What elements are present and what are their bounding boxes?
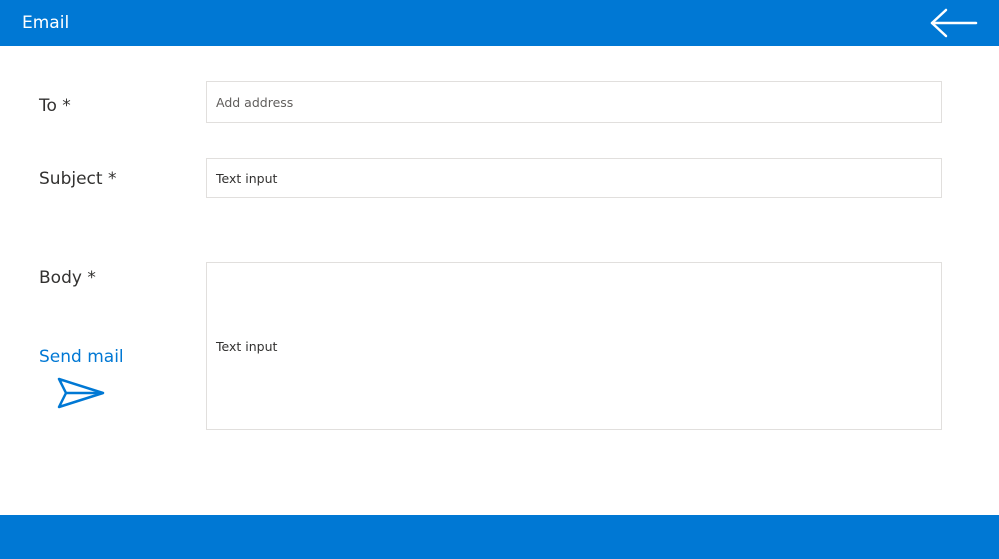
subject-input[interactable]: Text input [206,158,942,198]
to-input[interactable]: Add address [206,81,942,123]
email-screen: Email To * Add address Subject * Text in… [0,0,999,559]
body-textarea[interactable]: Text input [206,262,942,430]
send-button[interactable] [56,376,106,410]
send-icon [57,377,105,409]
header-bar: Email [0,0,999,46]
to-input-placeholder: Add address [216,95,294,110]
arrow-left-icon [930,8,978,38]
footer-bar [0,515,999,559]
back-button[interactable] [928,6,980,40]
body-label: Body * [39,268,96,288]
to-label: To * [39,96,71,116]
subject-label: Subject * [39,169,117,189]
page-title: Email [22,13,70,33]
subject-input-value: Text input [216,171,278,186]
send-mail-link[interactable]: Send mail [39,346,124,368]
body-textarea-value: Text input [216,339,278,354]
